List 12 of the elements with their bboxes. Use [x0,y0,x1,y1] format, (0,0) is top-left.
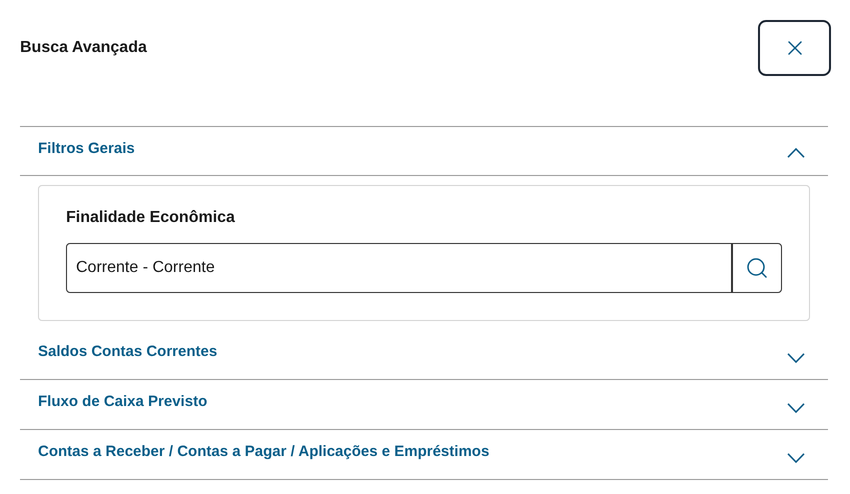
section-header[interactable]: Contas a Receber / Contas a Pagar / Aplicações e Empréstimos [20,430,828,479]
section-header[interactable]: Saldos Contas Correntes [20,330,828,379]
field-label: Finalidade Econômica [66,208,236,228]
chevron-down-icon [787,352,805,362]
dialog-title: Busca Avançada [20,38,147,58]
section-header[interactable]: Filtros Gerais [20,127,828,176]
close-button[interactable] [758,20,831,76]
search-icon [745,256,769,280]
chevron-down-icon [787,452,805,462]
chevron-up-icon [787,148,805,158]
chevron-down-icon [787,402,805,412]
section-header[interactable]: Fluxo de Caixa Previsto [20,380,828,429]
